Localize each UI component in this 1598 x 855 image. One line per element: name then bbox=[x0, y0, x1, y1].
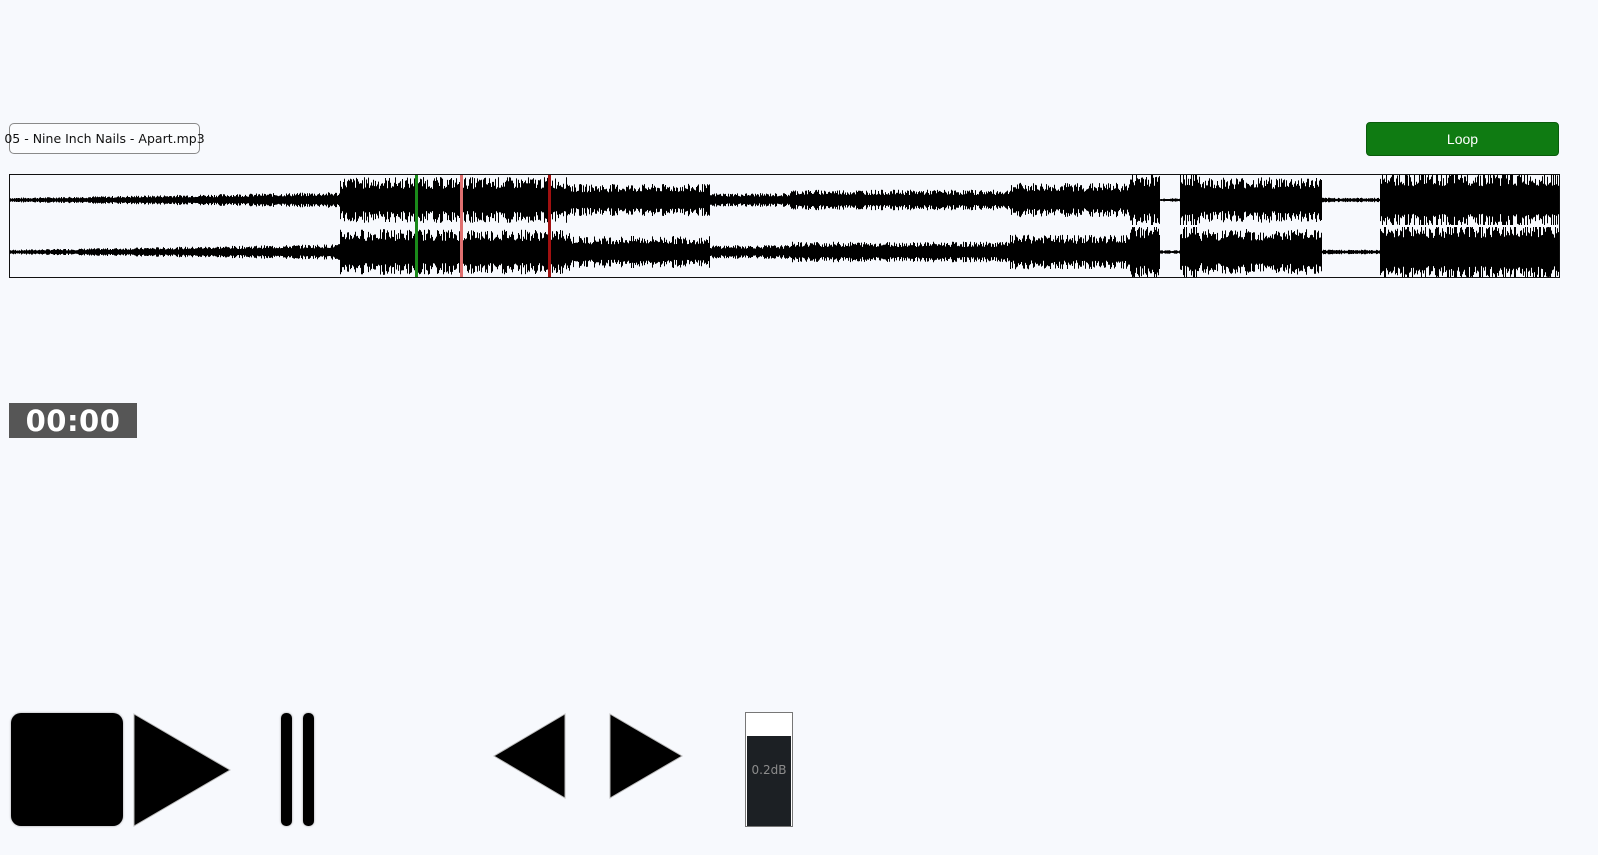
previous-icon bbox=[493, 713, 566, 799]
track-filename: 05 - Nine Inch Nails - Apart.mp3 bbox=[4, 123, 205, 154]
next-icon bbox=[609, 713, 683, 799]
play-icon bbox=[133, 713, 231, 827]
audio-player: 05 - Nine Inch Nails - Apart.mp3 Loop 00… bbox=[0, 0, 1598, 855]
time-display: 00:00 bbox=[9, 403, 137, 438]
play-button[interactable] bbox=[132, 713, 232, 827]
pause-icon-left-bar bbox=[281, 713, 292, 826]
waveform-canvas[interactable] bbox=[10, 175, 1559, 277]
volume-level bbox=[747, 735, 791, 826]
pause-button[interactable] bbox=[280, 713, 316, 827]
loop-end-marker[interactable] bbox=[548, 175, 551, 277]
waveform-path bbox=[10, 175, 1559, 277]
volume-slider[interactable]: 0.2dB bbox=[745, 712, 793, 827]
waveform-display[interactable] bbox=[9, 174, 1560, 278]
volume-label: 0.2dB bbox=[751, 763, 787, 777]
loop-button[interactable]: Loop bbox=[1366, 122, 1559, 156]
next-button[interactable] bbox=[609, 713, 683, 799]
playhead-marker[interactable] bbox=[415, 175, 418, 277]
stop-button[interactable] bbox=[11, 713, 123, 826]
loop-start-marker[interactable] bbox=[460, 175, 463, 277]
pause-icon-right-bar bbox=[303, 713, 314, 826]
previous-button[interactable] bbox=[493, 713, 567, 799]
